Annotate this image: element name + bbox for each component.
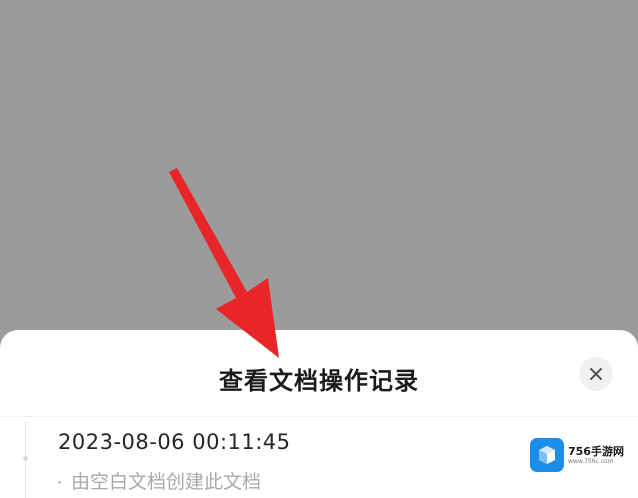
cube-icon (539, 446, 555, 464)
watermark-logo (530, 438, 564, 472)
watermark-text: 756手游网 www.756c.com (568, 445, 624, 466)
watermark-url: www.756c.com (568, 457, 614, 465)
watermark: 756手游网 www.756c.com (530, 438, 634, 472)
screen: 查看文档操作记录 2023-08-06 00:11:45 由空白文档创建此文档 … (0, 0, 638, 498)
red-pointer-arrow (169, 168, 279, 358)
watermark-name: 756手游网 (568, 444, 624, 458)
